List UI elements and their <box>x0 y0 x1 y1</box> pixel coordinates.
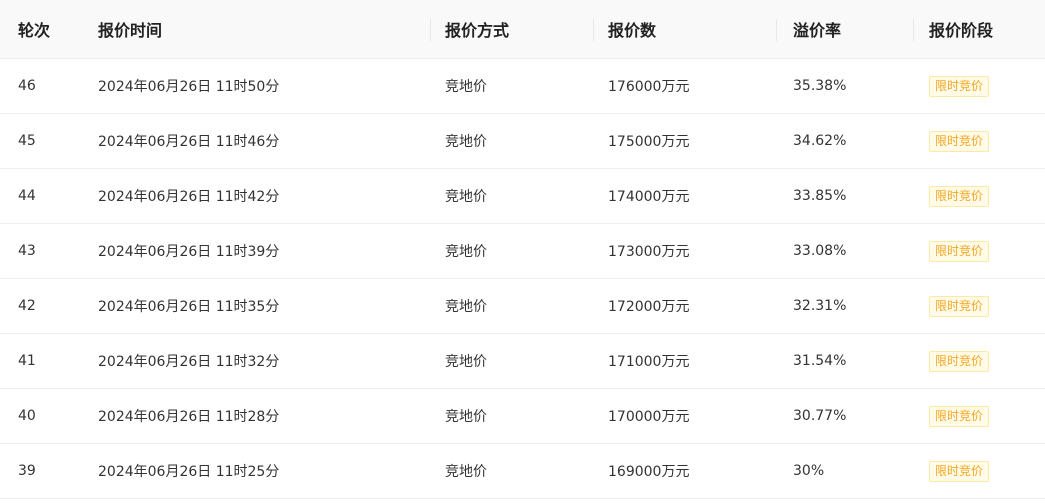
cell-bid-time: 2024年06月26日 11时42分 <box>98 189 280 205</box>
cell-round: 43 <box>18 243 36 259</box>
cell-bid-amount: 171000万元 <box>608 354 690 370</box>
cell-premium-rate: 30.77% <box>793 408 847 424</box>
cell-bid-time: 2024年06月26日 11时46分 <box>98 134 280 150</box>
cell-bid-method: 竞地价 <box>445 299 487 315</box>
stage-badge: 限时竞价 <box>929 405 990 427</box>
cell-bid-stage: 限时竞价 <box>913 185 1045 207</box>
cell-bid-amount: 172000万元 <box>608 299 690 315</box>
cell-bid-time: 2024年06月26日 11时32分 <box>98 354 280 370</box>
stage-badge: 限时竞价 <box>929 295 990 317</box>
cell-bid-amount: 176000万元 <box>608 79 690 95</box>
cell-bid-time: 2024年06月26日 11时28分 <box>98 409 280 425</box>
table-row: 42 2024年06月26日 11时35分 竞地价 172000万元 32.31… <box>0 279 1045 334</box>
table-row: 43 2024年06月26日 11时39分 竞地价 173000万元 33.08… <box>0 224 1045 279</box>
cell-round: 41 <box>18 353 36 369</box>
cell-round: 44 <box>18 188 36 204</box>
cell-bid-method: 竞地价 <box>445 79 487 95</box>
cell-bid-method: 竞地价 <box>445 354 487 370</box>
cell-bid-stage: 限时竞价 <box>913 405 1045 427</box>
cell-bid-stage: 限时竞价 <box>913 240 1045 262</box>
table-row: 45 2024年06月26日 11时46分 竞地价 175000万元 34.62… <box>0 114 1045 169</box>
cell-bid-amount: 174000万元 <box>608 189 690 205</box>
cell-bid-method: 竞地价 <box>445 134 487 150</box>
header-bid-time: 报价时间 <box>98 21 163 40</box>
cell-bid-stage: 限时竞价 <box>913 75 1045 97</box>
cell-round: 42 <box>18 298 36 314</box>
cell-premium-rate: 30% <box>793 463 825 479</box>
cell-bid-method: 竞地价 <box>445 409 487 425</box>
cell-premium-rate: 33.08% <box>793 243 847 259</box>
cell-bid-time: 2024年06月26日 11时50分 <box>98 79 280 95</box>
table-row: 40 2024年06月26日 11时28分 竞地价 170000万元 30.77… <box>0 389 1045 444</box>
cell-bid-stage: 限时竞价 <box>913 295 1045 317</box>
bid-history-table: 轮次 报价时间 报价方式 报价数 溢价率 报价阶段 46 2024年06月26日… <box>0 0 1045 504</box>
cell-bid-stage: 限时竞价 <box>913 130 1045 152</box>
cell-bid-method: 竞地价 <box>445 244 487 260</box>
cell-bid-amount: 170000万元 <box>608 409 690 425</box>
table-row: 39 2024年06月26日 11时25分 竞地价 169000万元 30% 限… <box>0 444 1045 499</box>
stage-badge: 限时竞价 <box>929 185 990 207</box>
cell-bid-method: 竞地价 <box>445 189 487 205</box>
cell-round: 39 <box>18 463 36 479</box>
stage-badge: 限时竞价 <box>929 460 990 482</box>
cell-bid-amount: 175000万元 <box>608 134 690 150</box>
cell-premium-rate: 32.31% <box>793 298 847 314</box>
header-bid-stage: 报价阶段 <box>913 0 1045 59</box>
cell-premium-rate: 35.38% <box>793 78 847 94</box>
cell-premium-rate: 31.54% <box>793 353 847 369</box>
header-bid-amount: 报价数 <box>593 0 776 59</box>
header-bid-method: 报价方式 <box>430 0 593 59</box>
cell-bid-stage: 限时竞价 <box>913 460 1045 482</box>
cell-bid-amount: 169000万元 <box>608 464 690 480</box>
table-row: 41 2024年06月26日 11时32分 竞地价 171000万元 31.54… <box>0 334 1045 389</box>
cell-bid-amount: 173000万元 <box>608 244 690 260</box>
stage-badge: 限时竞价 <box>929 240 990 262</box>
cell-round: 46 <box>18 78 36 94</box>
cell-round: 40 <box>18 408 36 424</box>
table-header: 轮次 报价时间 报价方式 报价数 溢价率 报价阶段 <box>0 0 1045 59</box>
cell-round: 45 <box>18 133 36 149</box>
cell-bid-stage: 限时竞价 <box>913 350 1045 372</box>
table-row: 44 2024年06月26日 11时42分 竞地价 174000万元 33.85… <box>0 169 1045 224</box>
cell-bid-time: 2024年06月26日 11时35分 <box>98 299 280 315</box>
stage-badge: 限时竞价 <box>929 75 990 97</box>
cell-premium-rate: 33.85% <box>793 188 847 204</box>
stage-badge: 限时竞价 <box>929 130 990 152</box>
cell-bid-time: 2024年06月26日 11时39分 <box>98 244 280 260</box>
cell-premium-rate: 34.62% <box>793 133 847 149</box>
table-row: 46 2024年06月26日 11时50分 竞地价 176000万元 35.38… <box>0 59 1045 114</box>
cell-bid-method: 竞地价 <box>445 464 487 480</box>
cell-bid-time: 2024年06月26日 11时25分 <box>98 464 280 480</box>
header-premium-rate: 溢价率 <box>776 0 913 59</box>
header-round: 轮次 <box>18 21 51 40</box>
stage-badge: 限时竞价 <box>929 350 990 372</box>
